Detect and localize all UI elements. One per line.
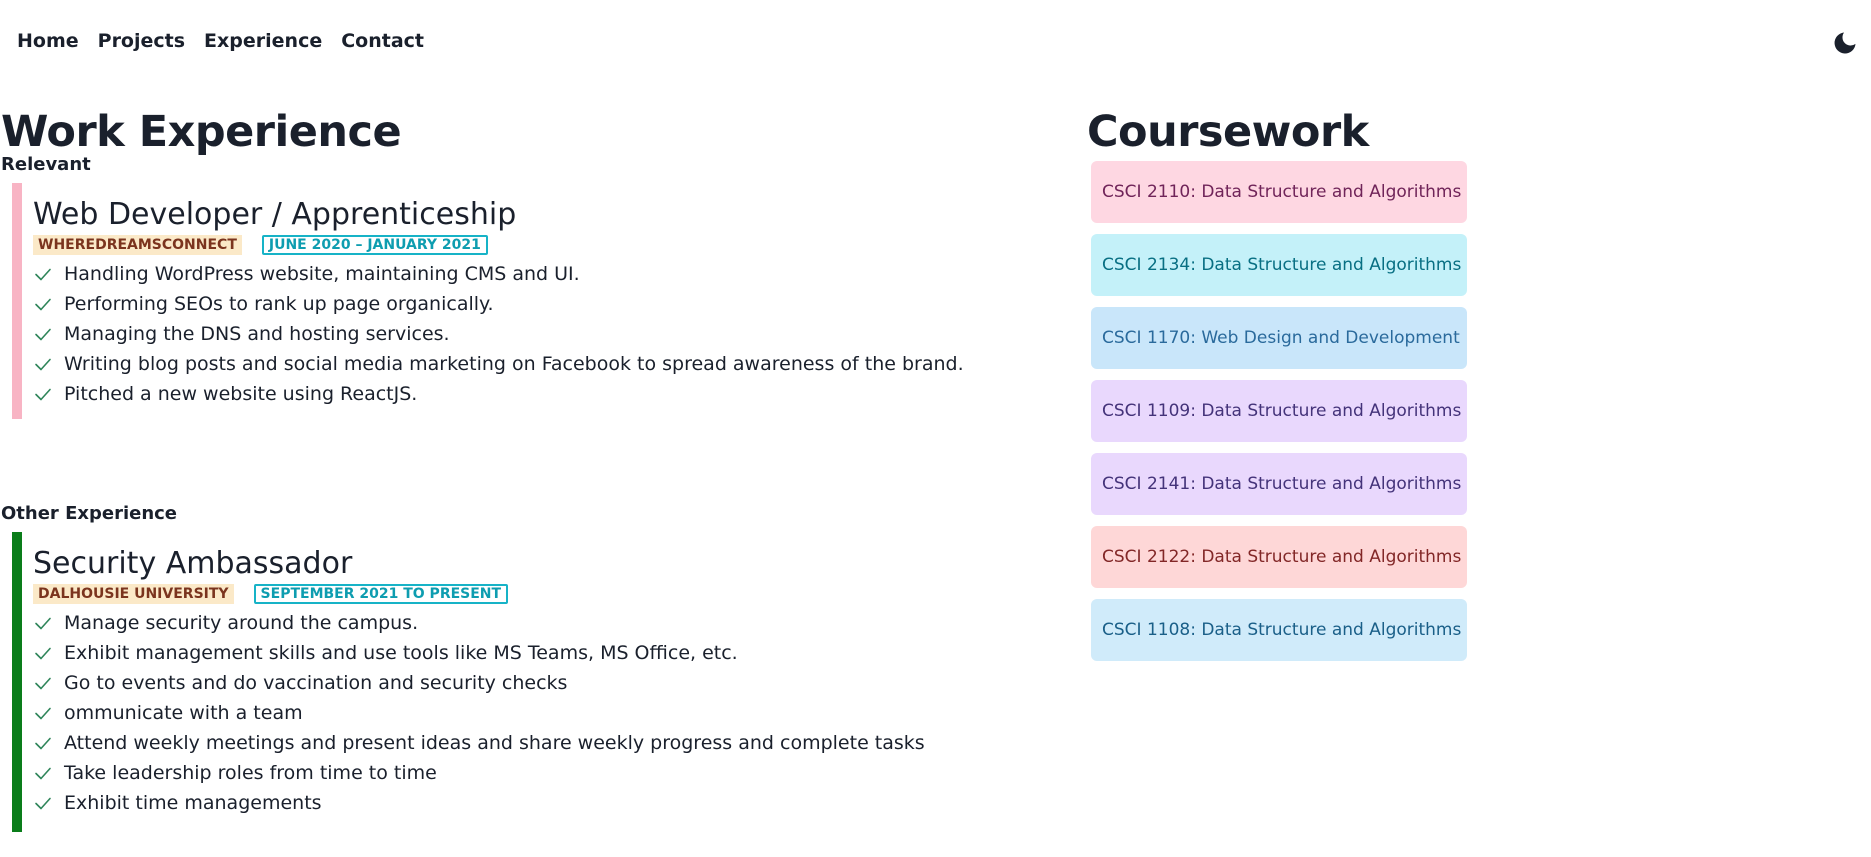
duty-item: Handling WordPress website, maintaining …	[33, 259, 1001, 289]
coursework-section: Coursework CSCI 2110: Data Structure and…	[1087, 104, 1467, 672]
course-card[interactable]: CSCI 2110: Data Structure and Algorithms	[1091, 161, 1467, 223]
duty-item: Exhibit management skills and use tools …	[33, 638, 1001, 668]
duty-text: Attend weekly meetings and present ideas…	[64, 732, 925, 754]
job-web-developer: Web Developer / Apprenticeship WHEREDREA…	[1, 183, 1001, 419]
duty-text: Take leadership roles from time to time	[64, 762, 437, 784]
duty-item: ommunicate with a team	[33, 698, 1001, 728]
duty-item: Managing the DNS and hosting services.	[33, 319, 1001, 349]
date-badge: SEPTEMBER 2021 TO PRESENT	[253, 584, 509, 604]
job-title: Security Ambassador	[33, 546, 353, 581]
course-card[interactable]: CSCI 1109: Data Structure and Algorithms	[1091, 380, 1467, 442]
duty-text: Exhibit time managements	[64, 792, 322, 814]
duty-text: Pitched a new website using ReactJS.	[64, 383, 418, 405]
checkmark-icon	[35, 677, 51, 690]
duty-text: Managing the DNS and hosting services.	[64, 323, 450, 345]
course-card[interactable]: CSCI 2141: Data Structure and Algorithms	[1091, 453, 1467, 515]
checkmark-icon	[35, 617, 51, 630]
course-card[interactable]: CSCI 2122: Data Structure and Algorithms	[1091, 526, 1467, 588]
checkmark-icon	[35, 647, 51, 660]
top-nav: Home Projects Experience Contact	[17, 30, 424, 52]
duty-text: Exhibit management skills and use tools …	[64, 642, 738, 664]
date-badge: JUNE 2020 – JANUARY 2021	[261, 235, 488, 255]
duty-item: Manage security around the campus.	[33, 608, 1001, 638]
duty-item: Writing blog posts and social media mark…	[33, 349, 1001, 379]
job-accent-bar	[12, 532, 22, 832]
checkmark-icon	[35, 797, 51, 810]
checkmark-icon	[35, 298, 51, 311]
course-list: CSCI 2110: Data Structure and Algorithms…	[1091, 161, 1467, 661]
duties-list: Manage security around the campus. Exhibi…	[33, 608, 1001, 818]
duty-text: Performing SEOs to rank up page organica…	[64, 293, 494, 315]
job-security-ambassador: Security Ambassador DALHOUSIE UNIVERSITY…	[1, 532, 1001, 832]
nav-contact-link[interactable]: Contact	[341, 30, 424, 52]
duties-list: Handling WordPress website, maintaining …	[33, 259, 1001, 409]
duty-text: Writing blog posts and social media mark…	[64, 353, 964, 375]
duty-item: Pitched a new website using ReactJS.	[33, 379, 1001, 409]
course-card[interactable]: CSCI 2134: Data Structure and Algorithms	[1091, 234, 1467, 296]
nav-projects-link[interactable]: Projects	[98, 30, 185, 52]
work-experience-section: Work Experience Relevant Web Developer /…	[1, 104, 1001, 832]
duty-item: Exhibit time managements	[33, 788, 1001, 818]
theme-toggle-button[interactable]	[1831, 29, 1859, 57]
moon-icon	[1834, 32, 1856, 54]
duty-item: Take leadership roles from time to time	[33, 758, 1001, 788]
job-title: Web Developer / Apprenticeship	[33, 197, 517, 232]
nav-home-link[interactable]: Home	[17, 30, 79, 52]
job-tags: DALHOUSIE UNIVERSITY SEPTEMBER 2021 TO P…	[33, 584, 1001, 604]
duty-item: Performing SEOs to rank up page organica…	[33, 289, 1001, 319]
job-accent-bar	[12, 183, 22, 419]
other-experience-label: Other Experience	[1, 503, 178, 524]
checkmark-icon	[35, 388, 51, 401]
duty-text: Go to events and do vaccination and secu…	[64, 672, 568, 694]
duty-text: Handling WordPress website, maintaining …	[64, 263, 580, 285]
course-card[interactable]: CSCI 1170: Web Design and Development	[1091, 307, 1467, 369]
checkmark-icon	[35, 328, 51, 341]
duty-text: Manage security around the campus.	[64, 612, 419, 634]
checkmark-icon	[35, 707, 51, 720]
company-badge: DALHOUSIE UNIVERSITY	[33, 584, 234, 604]
job-tags: WHEREDREAMSCONNECT JUNE 2020 – JANUARY 2…	[33, 235, 1001, 255]
course-card[interactable]: CSCI 1108: Data Structure and Algorithms	[1091, 599, 1467, 661]
checkmark-icon	[35, 268, 51, 281]
checkmark-icon	[35, 358, 51, 371]
nav-experience-link[interactable]: Experience	[204, 30, 322, 52]
duty-item: Go to events and do vaccination and secu…	[33, 668, 1001, 698]
company-badge: WHEREDREAMSCONNECT	[33, 235, 242, 255]
checkmark-icon	[35, 737, 51, 750]
work-experience-title: Work Experience	[1, 107, 402, 157]
checkmark-icon	[35, 767, 51, 780]
duty-item: Attend weekly meetings and present ideas…	[33, 728, 1001, 758]
duty-text: ommunicate with a team	[64, 702, 303, 724]
coursework-title: Coursework	[1087, 107, 1369, 157]
